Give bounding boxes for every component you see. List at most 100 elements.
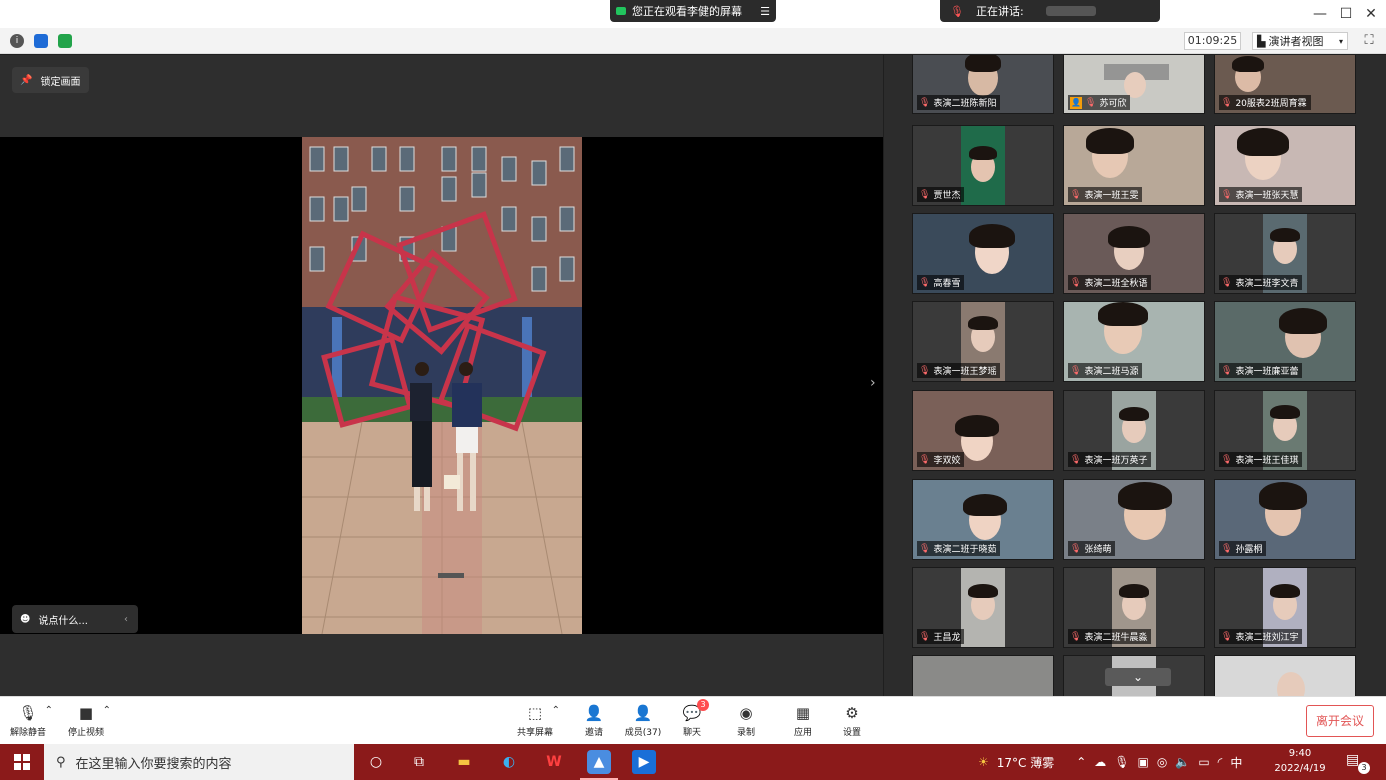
emoji-icon[interactable]: ☻ (20, 614, 30, 625)
battery-icon[interactable]: ▭ (1198, 755, 1209, 769)
invite-button[interactable]: 👤 邀请 (580, 703, 608, 741)
share-banner[interactable]: 您正在观看李健的屏幕 ☰ (610, 0, 776, 22)
share-screen-label: 共享屏幕 (516, 728, 553, 738)
chevron-up-icon[interactable]: ⌃ (45, 705, 53, 716)
participant-label: 🎙 高春雪 (917, 275, 965, 290)
participant-tile[interactable]: 🎙 表演二班李文青 (1214, 213, 1356, 294)
invite-label: 邀请 (584, 728, 603, 738)
windows-start-icon[interactable] (0, 744, 44, 780)
mic-icon[interactable]: 🎙 (1114, 755, 1129, 769)
participant-tile[interactable]: 🎙 表演二班马源 (1063, 301, 1205, 382)
participant-label: 🎙 表演二班陈新阳 (917, 95, 1001, 110)
info-icon[interactable]: i (10, 34, 24, 48)
task-view-icon[interactable]: ⧉ (407, 750, 431, 774)
minimize-icon[interactable]: — (1310, 4, 1330, 24)
participant-name: 表演二班李文青 (1235, 279, 1299, 289)
ime-indicator[interactable]: 中 (1230, 754, 1242, 771)
settings-button[interactable]: ⚙ 设置 (840, 703, 864, 741)
participant-tile[interactable]: 🎙 表演一班王佳琪 (1214, 390, 1356, 471)
fullscreen-icon[interactable]: ⛶ (1360, 32, 1378, 50)
participant-tile[interactable]: 🎙 高春雪 (912, 213, 1054, 294)
mic-muted-icon: 🎙 (919, 365, 931, 376)
volume-icon[interactable]: 🔈 (1175, 755, 1190, 769)
participant-tile[interactable]: 🎙 表演二班牛晨淼 (1063, 567, 1205, 648)
stop-video-button[interactable]: ■ ⌃ 停止视频 (64, 703, 111, 741)
sync-icon[interactable]: ◎ (1157, 755, 1167, 769)
share-top-band (0, 55, 883, 137)
menu-icon[interactable]: ☰ (760, 5, 770, 18)
chat-icon: 💬 3 (681, 699, 709, 723)
mic-muted-icon: 🎙 (1085, 97, 1097, 108)
gallery-scrollbar[interactable] (1378, 55, 1386, 696)
participant-tile[interactable]: 🎙 李双姣 (912, 390, 1054, 471)
participant-tile[interactable]: 🎙 孙露桐 (1214, 479, 1356, 560)
apps-button[interactable]: ▦ 应用 (791, 703, 815, 741)
view-mode-label: 演讲者视图 (1268, 35, 1324, 48)
notification-icon[interactable]: ▤ 3 (1346, 752, 1370, 774)
weather-text[interactable]: 17°C 薄雾 (997, 754, 1054, 771)
speaker-name-blur (1045, 6, 1096, 16)
participant-name: 表演一班万英子 (1084, 456, 1148, 466)
participant-tile[interactable]: 🎙 表演一班王梦瑶 (912, 301, 1054, 382)
view-mode-select[interactable]: ▙ 演讲者视图 ▾ (1252, 32, 1348, 50)
participant-tile[interactable]: 🎙 贾世杰 (912, 125, 1054, 206)
leave-meeting-button[interactable]: 离开会议 (1306, 705, 1374, 737)
participant-tile[interactable]: 🎙 表演二班陈新阳 (912, 55, 1054, 114)
participant-tile[interactable]: 🎙 表演一班王雯 (1063, 125, 1205, 206)
file-explorer-icon[interactable]: ▬ (452, 750, 476, 774)
participant-tile[interactable] (1214, 655, 1356, 696)
chevron-up-icon[interactable]: ⌃ (552, 705, 560, 716)
wps-icon[interactable]: W (542, 750, 566, 774)
speaker-banner: 🎙 正在讲话: (940, 0, 1160, 22)
taskbar-clock[interactable]: 9:40 2022/4/19 (1270, 746, 1330, 778)
participant-tile[interactable]: 🎙 表演一班张天慧 (1214, 125, 1356, 206)
system-tray: ☀ 17°C 薄雾 ⌃ ☁ 🎙 ▣ ◎ 🔈 ▭ ◜ 中 (978, 744, 1242, 780)
edge-browser-icon[interactable]: ◐ (497, 750, 521, 774)
chevron-right-icon[interactable]: › (870, 375, 884, 395)
network-icon[interactable]: ▣ (1138, 755, 1149, 769)
chevron-up-icon[interactable]: ⌃ (103, 705, 111, 716)
wifi-icon[interactable]: ◜ (1218, 755, 1223, 769)
clock-time: 9:40 (1288, 748, 1312, 759)
participant-tile[interactable]: 🎙 表演二班刘江宇 (1214, 567, 1356, 648)
participant-tile[interactable]: 🎙 表演一班廉亚蕾 (1214, 301, 1356, 382)
participant-tile[interactable]: 🎙 表演一班万英子 (1063, 390, 1205, 471)
maximize-icon[interactable]: ☐ (1336, 4, 1356, 24)
video-player-icon[interactable]: ▶ (632, 750, 656, 774)
participant-tile[interactable]: 🎙 张绮萌 (1063, 479, 1205, 560)
chat-button[interactable]: 💬 3 聊天 (680, 699, 709, 741)
chevron-left-icon[interactable]: ‹ (124, 614, 128, 625)
cloud-icon[interactable]: ☁ (1094, 755, 1106, 769)
mic-muted-icon: 🎙 (919, 454, 931, 465)
record-button[interactable]: ◉ 录制 (734, 703, 758, 741)
lock-view-button[interactable]: 📌 锁定画面 (12, 67, 89, 93)
participant-label: 🎙 表演二班于晓茹 (917, 541, 1001, 556)
chat-input[interactable]: ☻ 说点什么... ‹ (12, 605, 138, 633)
share-screen-button[interactable]: ⬚ ⌃ 共享屏幕 (514, 703, 560, 741)
meeting-info-bar: i 01:09:25 ▙ 演讲者视图 ▾ ⛶ (0, 28, 1386, 54)
signal-icon[interactable] (58, 34, 72, 48)
tencent-meeting-icon[interactable]: ▲ (587, 750, 611, 774)
scroll-down-icon[interactable]: ⌄ (1105, 668, 1171, 686)
share-banner-text: 您正在观看李健的屏幕 (632, 5, 742, 18)
windows-taskbar: ⚲ 在这里输入你要搜索的内容 ○ ⧉ ▬ ◐ W ▲ ▶ ☀ 17°C 薄雾 ⌃… (0, 744, 1386, 780)
cortana-icon[interactable]: ○ (364, 750, 388, 774)
add-user-icon: 👤 (584, 704, 604, 722)
participant-tile[interactable]: 👤 🎙 苏可欣 (1063, 55, 1205, 114)
participant-tile[interactable]: 🎙 20服表2班周育霖 (1214, 55, 1356, 114)
participant-tile[interactable]: 🎙 表演二班于晓茹 (912, 479, 1054, 560)
members-button[interactable]: 👤 成员(37) (622, 703, 664, 741)
participant-label: 🎙 表演二班全秋语 (1068, 275, 1152, 290)
taskbar-search[interactable]: ⚲ 在这里输入你要搜索的内容 (44, 744, 354, 780)
participant-tile[interactable]: 🎙 表演二班全秋语 (1063, 213, 1205, 294)
participant-tile[interactable] (912, 655, 1054, 696)
participant-name: 表演二班于晓茹 (933, 545, 997, 555)
participant-tile[interactable]: 🎙 王昌龙 (912, 567, 1054, 648)
title-bar: 您正在观看李健的屏幕 ☰ 🎙 正在讲话: — ☐ ✕ (0, 0, 1386, 28)
shield-icon[interactable] (34, 34, 48, 48)
share-bottom-band (0, 634, 883, 696)
mic-muted-icon: 🎙 (1221, 97, 1233, 108)
close-icon[interactable]: ✕ (1361, 4, 1381, 24)
chevron-up-icon[interactable]: ⌃ (1076, 755, 1086, 769)
unmute-button[interactable]: 🎙 ⌃ 解除静音 (8, 703, 53, 741)
